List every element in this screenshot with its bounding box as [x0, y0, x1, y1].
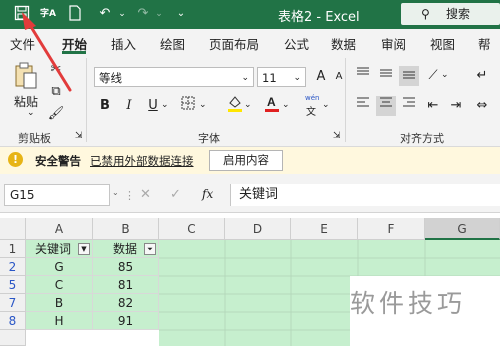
annotation-arrow — [22, 12, 72, 92]
